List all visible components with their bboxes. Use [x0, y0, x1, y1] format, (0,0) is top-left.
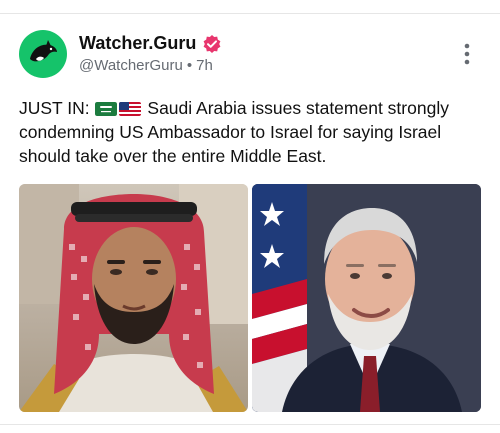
post-text: JUST IN: Saudi Arabia issues statement s…	[19, 96, 489, 168]
verified-badge-icon	[203, 34, 221, 53]
author-name-row: Watcher.Guru	[79, 33, 222, 54]
author-handle[interactable]: @WatcherGuru	[79, 57, 183, 74]
crown-prince-illustration	[19, 184, 248, 412]
ambassador-illustration	[252, 184, 481, 412]
saudi-arabia-flag-icon	[94, 102, 117, 116]
post-time[interactable]: 7h	[196, 57, 213, 74]
more-options-icon[interactable]	[460, 43, 474, 65]
avatar[interactable]	[19, 30, 67, 78]
post-prefix: JUST IN:	[19, 98, 95, 118]
photo-us-ambassador[interactable]	[252, 184, 481, 412]
photo-saudi-crown-prince[interactable]	[19, 184, 248, 412]
author-meta: @WatcherGuru • 7h	[79, 57, 213, 74]
usa-flag-icon	[118, 102, 141, 116]
orca-icon	[30, 40, 57, 62]
meta-separator: •	[186, 57, 193, 74]
bottom-divider	[0, 424, 500, 425]
top-divider	[0, 13, 500, 14]
author-display-name[interactable]: Watcher.Guru	[79, 33, 196, 54]
